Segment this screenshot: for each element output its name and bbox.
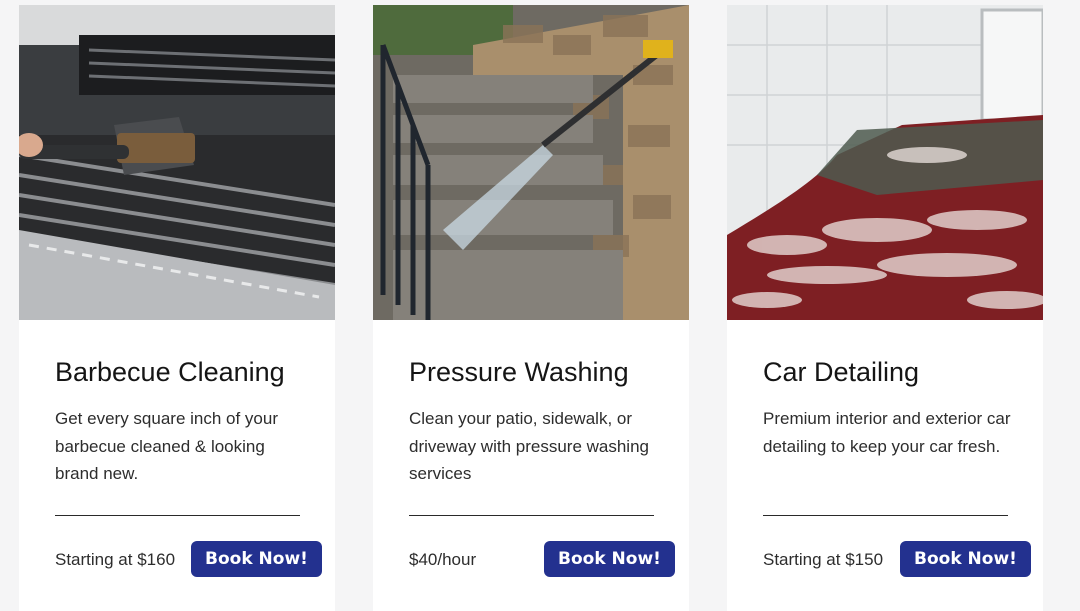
service-description: Premium interior and exterior car detail… — [763, 409, 1011, 456]
service-card-barbecue-cleaning: Barbecue Cleaning Get every square inch … — [19, 5, 335, 611]
service-description: Get every square inch of your barbecue c… — [55, 409, 279, 483]
service-price: Starting at $150 — [763, 550, 884, 569]
service-description: Clean your patio, sidewalk, or driveway … — [409, 409, 649, 483]
service-card-pressure-washing: Pressure Washing Clean your patio, sidew… — [373, 5, 689, 611]
car-detailing-photo — [727, 5, 1043, 320]
service-title: Car Detailing — [763, 357, 920, 387]
divider — [55, 515, 300, 516]
service-title: Pressure Washing — [409, 357, 629, 387]
book-now-button[interactable]: Book Now! — [544, 541, 675, 577]
service-price: Starting at $160 — [55, 550, 176, 569]
book-now-button[interactable]: Book Now! — [191, 541, 322, 577]
divider — [763, 515, 1008, 516]
book-now-button[interactable]: Book Now! — [900, 541, 1031, 577]
barbecue-grill-photo — [19, 5, 335, 320]
service-title: Barbecue Cleaning — [55, 357, 285, 387]
service-price: $40/hour — [409, 550, 477, 569]
service-card-car-detailing: Car Detailing Premium interior and exter… — [727, 5, 1043, 611]
services-section: Barbecue Cleaning Get every square inch … — [0, 0, 1080, 611]
divider — [409, 515, 654, 516]
pressure-washing-photo — [373, 5, 689, 320]
